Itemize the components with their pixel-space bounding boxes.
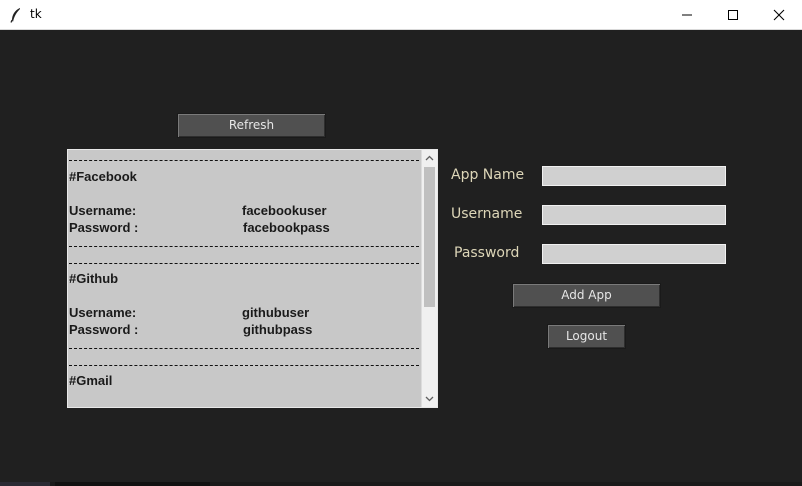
vertical-scrollbar[interactable] <box>421 150 437 407</box>
entry-title: #Github <box>69 271 119 286</box>
maximize-button[interactable] <box>710 0 756 29</box>
separator <box>69 246 419 247</box>
feather-icon <box>10 7 22 23</box>
separator <box>69 160 419 161</box>
separator <box>69 348 419 349</box>
separator <box>69 365 419 366</box>
password-label: Password <box>454 245 520 261</box>
password-input[interactable] <box>542 244 726 264</box>
username-input[interactable] <box>542 205 726 225</box>
chevron-down-icon <box>425 396 434 402</box>
taskbar-item <box>0 482 50 486</box>
logout-button[interactable]: Logout <box>547 324 626 349</box>
scroll-down-button[interactable] <box>422 391 437 407</box>
credentials-textbox[interactable]: #Facebook Username: facebookuser Passwor… <box>67 149 438 408</box>
password-value: facebookpass <box>243 220 330 235</box>
username-value: githubuser <box>242 305 310 320</box>
chevron-up-icon <box>425 155 434 161</box>
username-label: Username: <box>69 305 137 320</box>
app-name-label: App Name <box>451 167 525 183</box>
scroll-up-button[interactable] <box>422 150 437 166</box>
credentials-content: #Facebook Username: facebookuser Passwor… <box>69 150 420 407</box>
entry-title: #Facebook <box>69 169 137 184</box>
minimize-icon <box>682 14 692 16</box>
separator <box>69 263 419 264</box>
username-label: Username: <box>69 203 137 218</box>
close-button[interactable] <box>756 0 802 29</box>
close-icon <box>773 9 785 21</box>
taskbar-item <box>55 482 210 486</box>
maximize-icon <box>728 10 738 20</box>
title-bar: tk <box>0 0 802 30</box>
scroll-thumb[interactable] <box>424 167 435 307</box>
username-label: Username <box>451 206 523 222</box>
refresh-button[interactable]: Refresh <box>177 113 326 138</box>
window-title: tk <box>30 7 42 21</box>
username-value: facebookuser <box>242 203 327 218</box>
password-label: Password : <box>69 322 139 337</box>
password-value: githubpass <box>243 322 313 337</box>
app-name-input[interactable] <box>542 166 726 186</box>
password-label: Password : <box>69 220 139 235</box>
minimize-button[interactable] <box>664 0 710 29</box>
entry-title: #Gmail <box>69 373 113 388</box>
add-app-button[interactable]: Add App <box>512 283 661 308</box>
